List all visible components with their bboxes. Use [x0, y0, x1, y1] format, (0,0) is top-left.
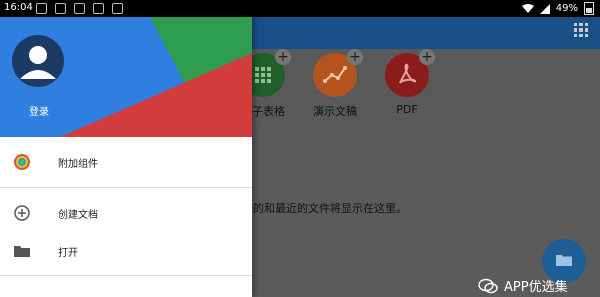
wifi-icon [521, 4, 534, 13]
status-bar: 16:04 49% [0, 0, 600, 17]
plus-icon: + [419, 49, 435, 65]
pdf-icon: + [385, 49, 435, 97]
battery-icon [584, 2, 594, 15]
plus-icon: + [347, 49, 363, 65]
notification-icon [74, 3, 85, 14]
add-circle-icon [14, 205, 30, 221]
person-icon [20, 46, 56, 79]
empty-recent-message: 的和最近的文件将显示在这里。 [253, 202, 407, 215]
tile-pdf[interactable]: + PDF [372, 49, 442, 116]
watermark: APP优选集 [478, 276, 568, 295]
notification-icon [55, 3, 66, 14]
plus-icon: + [275, 49, 291, 65]
grid-view-icon[interactable] [574, 23, 588, 37]
notification-icon [112, 3, 123, 14]
battery-percent: 49% [555, 3, 578, 14]
folder-icon [556, 255, 572, 266]
divider [0, 275, 252, 276]
drawer-item-label: 打开 [58, 247, 78, 259]
folder-icon [14, 246, 30, 257]
avatar[interactable] [12, 35, 64, 87]
drawer-item-addons[interactable]: 附加组件 [0, 144, 252, 180]
status-time: 16:04 [4, 2, 33, 13]
notification-icon [93, 3, 104, 14]
signal-icon [539, 3, 550, 14]
tile-label: 演示文稿 [313, 105, 357, 118]
drawer-item-label: 附加组件 [58, 158, 98, 170]
addons-icon [14, 154, 30, 170]
tile-presentation[interactable]: + 演示文稿 [300, 49, 370, 119]
drawer-item-create-document[interactable]: 创建文档 [0, 195, 252, 231]
notification-icons [36, 3, 123, 14]
drawer-item-open[interactable]: 打开 [0, 233, 252, 269]
notification-icon [36, 3, 47, 14]
drawer-item-label: 创建文档 [58, 209, 98, 221]
divider [0, 187, 252, 188]
tile-label: PDF [396, 103, 418, 116]
wechat-icon [478, 278, 498, 293]
drawer-header: 登录 [0, 17, 252, 137]
presentation-icon: + [313, 49, 363, 97]
login-link[interactable]: 登录 [29, 103, 49, 118]
watermark-text: APP优选集 [504, 280, 568, 295]
navigation-drawer: 登录 附加组件 创建文档 打开 [0, 17, 252, 297]
